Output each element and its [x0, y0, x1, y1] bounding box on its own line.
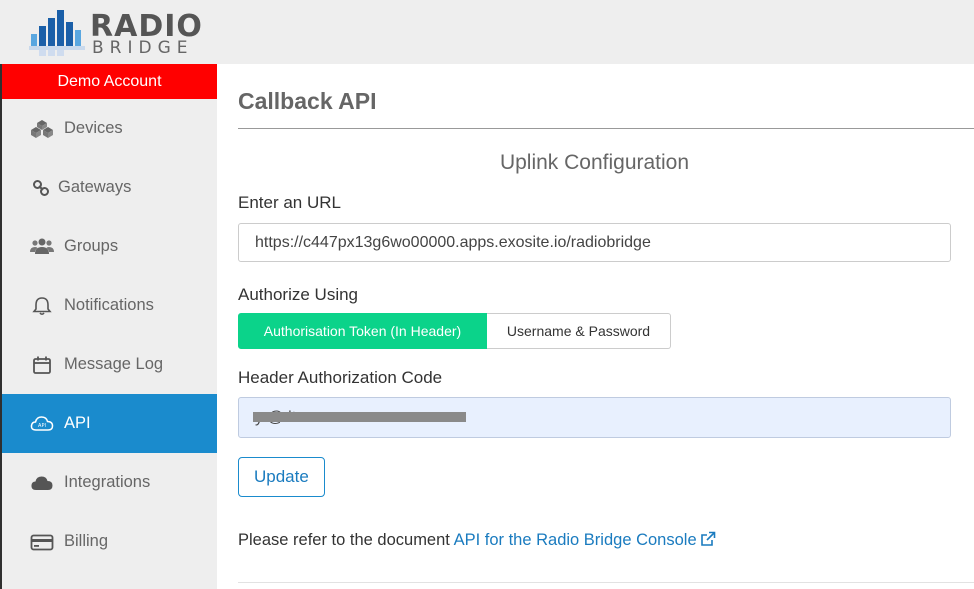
logo-bars-icon: [29, 10, 85, 56]
sidebar-item-message-log[interactable]: Message Log: [2, 335, 217, 394]
bottom-divider: [238, 582, 974, 583]
title-divider: [238, 128, 974, 129]
cubes-icon: [30, 119, 54, 139]
url-label: Enter an URL: [238, 193, 341, 212]
sidebar-item-notifications[interactable]: Notifications: [2, 276, 217, 335]
header-code-label: Header Authorization Code: [238, 368, 443, 387]
page-title: Callback API: [238, 88, 377, 114]
sidebar-item-devices[interactable]: Devices: [2, 99, 217, 158]
main-content: Callback API Uplink Configuration Enter …: [238, 64, 974, 552]
sidebar: Demo Account Devices Gateways Groups Not…: [0, 64, 217, 589]
authorize-label: Authorize Using: [238, 285, 359, 304]
bell-icon: [30, 296, 54, 316]
header-code-input[interactable]: y @ it: [238, 397, 951, 438]
sidebar-item-label: Devices: [64, 119, 123, 137]
sidebar-item-groups[interactable]: Groups: [2, 217, 217, 276]
logo-word-bridge: BRIDGE: [92, 38, 194, 58]
authorize-method-toggle: Authorisation Token (In Header) Username…: [238, 313, 974, 349]
link-icon: [32, 178, 50, 198]
auth-token-header-button[interactable]: Authorisation Token (In Header): [238, 313, 487, 349]
account-banner[interactable]: Demo Account: [2, 64, 217, 99]
external-link-icon[interactable]: [700, 531, 716, 552]
sidebar-item-label: Notifications: [64, 296, 154, 314]
sidebar-item-integrations[interactable]: Integrations: [2, 453, 217, 512]
sidebar-item-label: Groups: [64, 237, 119, 255]
credit-card-icon: [30, 532, 54, 552]
url-input[interactable]: https://c447px13g6wo00000.apps.exosite.i…: [238, 223, 951, 262]
reference-text: Please refer to the document: [238, 531, 454, 549]
reference-note: Please refer to the document API for the…: [238, 531, 974, 552]
radio-bridge-logo[interactable]: RADIO BRIDGE: [29, 8, 202, 60]
sidebar-item-label: Message Log: [64, 355, 164, 373]
redaction-bar: [253, 412, 466, 422]
calendar-icon: [30, 355, 54, 375]
sidebar-item-billing[interactable]: Billing: [2, 512, 217, 571]
top-bar: RADIO BRIDGE: [0, 0, 974, 64]
update-button[interactable]: Update: [238, 457, 325, 497]
sidebar-item-label: Integrations: [64, 473, 151, 491]
cloud-icon: [30, 473, 54, 493]
section-title: Uplink Configuration: [499, 151, 690, 174]
sidebar-item-label: Gateways: [58, 178, 132, 196]
sidebar-item-label: Billing: [64, 532, 109, 550]
svg-text:API: API: [38, 423, 46, 429]
sidebar-item-gateways[interactable]: Gateways: [2, 158, 217, 217]
username-password-button[interactable]: Username & Password: [487, 313, 671, 349]
users-icon: [30, 237, 54, 257]
sidebar-item-api[interactable]: API API: [2, 394, 217, 453]
cloud-api-icon: API: [30, 414, 54, 434]
sidebar-item-label: API: [64, 414, 91, 432]
api-doc-link[interactable]: API for the Radio Bridge Console: [454, 531, 697, 549]
